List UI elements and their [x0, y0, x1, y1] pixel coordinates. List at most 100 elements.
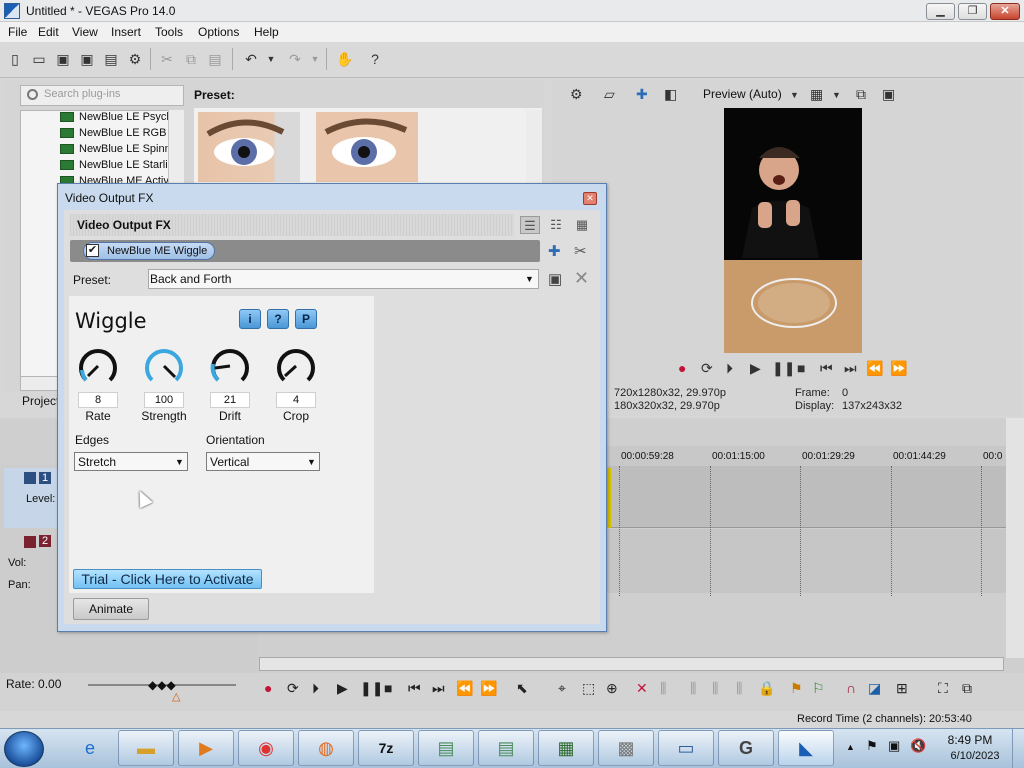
go-to-end-icon[interactable]: ⏭	[432, 680, 445, 697]
trim-end-icon[interactable]: ⫼	[712, 680, 718, 697]
insert-region-icon[interactable]: ⚐	[812, 680, 825, 697]
info-button[interactable]: i	[239, 309, 261, 329]
selection-tool-icon[interactable]: ⬚	[582, 680, 595, 697]
view-compact-icon[interactable]: ☷	[546, 216, 566, 234]
drift-value-field[interactable]: 21	[210, 392, 250, 408]
save-snapshot-icon[interactable]: ▣	[882, 86, 895, 103]
preset-thumbnail[interactable]	[316, 112, 418, 182]
notepad-icon[interactable]: ▤	[478, 730, 534, 766]
presets-button[interactable]: P	[295, 309, 317, 329]
lock-icon[interactable]: 🔒	[758, 680, 775, 697]
menu-tools[interactable]: Tools	[155, 25, 183, 39]
fast-forward-icon[interactable]: ⏩	[890, 360, 907, 377]
chevron-down-icon[interactable]: ▼	[307, 457, 316, 467]
delete-preset-icon[interactable]: ✕	[574, 268, 589, 289]
whats-this-help-icon[interactable]: ?	[366, 50, 384, 68]
chrome-icon[interactable]: ◉	[238, 730, 294, 766]
crop-knob[interactable]	[274, 344, 318, 388]
trim-icon[interactable]: ⫼	[660, 680, 666, 697]
play-from-start-icon[interactable]: ⏵	[312, 680, 319, 697]
drift-knob[interactable]	[208, 344, 252, 388]
paste-icon[interactable]: ▤	[206, 50, 224, 68]
split-icon[interactable]: ⫼	[736, 680, 742, 697]
ignore-grouping-icon[interactable]: ⧉	[962, 680, 972, 697]
record-icon[interactable]: ●	[264, 680, 272, 696]
firewall-icon[interactable]: ▩	[598, 730, 654, 766]
preview-quality-dropdown[interactable]: Preview (Auto)	[703, 87, 782, 101]
video-track-lane[interactable]	[606, 466, 1006, 528]
preview-settings-gear-icon[interactable]: ⚙	[570, 86, 583, 103]
maximize-button[interactable]: ❐	[958, 3, 987, 20]
rewind-icon[interactable]: ⏪	[866, 360, 883, 377]
fx-enable-checkbox[interactable]: ✔	[86, 244, 99, 257]
copy-snapshot-icon[interactable]: ⧉	[856, 86, 866, 103]
cut-icon[interactable]: ✂	[158, 50, 176, 68]
chevron-down-icon[interactable]: ▼	[790, 90, 799, 100]
save-as-icon[interactable]: ▣	[78, 50, 96, 68]
playhead-marker[interactable]	[607, 468, 611, 528]
menu-insert[interactable]: Insert	[111, 25, 141, 39]
volume-muted-icon[interactable]: 🔇	[910, 738, 926, 754]
list-item[interactable]: NewBlue LE RGB S	[60, 127, 168, 139]
audio-track-lane[interactable]	[606, 529, 1006, 593]
tab-project-media[interactable]: Project	[22, 394, 59, 408]
network-icon[interactable]: ▣	[888, 738, 900, 754]
chevron-down-icon[interactable]: ▼	[832, 90, 841, 100]
show-desktop-button[interactable]	[1012, 729, 1024, 768]
timeline-vertical-scrollbar[interactable]	[1006, 418, 1024, 658]
menu-edit[interactable]: Edit	[38, 25, 59, 39]
pause-icon[interactable]: ❚❚	[772, 360, 795, 377]
loop-playback-icon[interactable]: ⟳	[287, 680, 299, 697]
stop-icon[interactable]: ■	[384, 680, 392, 696]
tray-clock-time[interactable]: 8:49 PM	[940, 733, 1000, 747]
remote-desktop-icon[interactable]: ▭	[658, 730, 714, 766]
previous-frame-icon[interactable]: ⏪	[456, 680, 473, 697]
play-icon[interactable]: ▶	[337, 680, 348, 697]
list-item[interactable]: NewBlue LE Starlig	[60, 159, 168, 171]
task-manager-icon[interactable]: ▦	[538, 730, 594, 766]
media-player-icon[interactable]: ▶	[178, 730, 234, 766]
preset-scrollbar[interactable]	[526, 110, 542, 184]
plugin-chain-icon[interactable]: ✚	[548, 242, 561, 260]
enable-snapping-icon[interactable]: ✋	[336, 50, 354, 68]
menu-help[interactable]: Help	[254, 25, 279, 39]
copy-icon[interactable]: ⧉	[182, 50, 200, 68]
auto-ripple-icon[interactable]: ◪	[868, 680, 881, 697]
save-icon[interactable]: ▣	[54, 50, 72, 68]
chevron-down-icon[interactable]: ▼	[175, 457, 184, 467]
redo-dropdown-icon[interactable]: ▼	[306, 50, 324, 68]
preset-thumbnail[interactable]	[198, 112, 300, 182]
render-icon[interactable]: ▤	[102, 50, 120, 68]
stop-icon[interactable]: ■	[797, 360, 805, 376]
undo-icon[interactable]: ↶	[242, 50, 260, 68]
minimize-button[interactable]: ▁	[926, 3, 955, 20]
remove-plugin-icon[interactable]: ✂	[574, 242, 587, 260]
open-folder-icon[interactable]: ▭	[30, 50, 48, 68]
pause-icon[interactable]: ❚❚	[360, 680, 383, 697]
crop-value-field[interactable]: 4	[276, 392, 316, 408]
record-icon[interactable]: ●	[678, 360, 686, 376]
delete-icon[interactable]: ✕	[636, 680, 648, 697]
split-screen-icon[interactable]: ✚	[636, 86, 648, 103]
loop-playback-icon[interactable]: ⟳	[701, 360, 713, 377]
chevron-down-icon[interactable]: ▼	[525, 274, 534, 284]
snapping-magnet-icon[interactable]: ∩	[846, 680, 856, 696]
close-button[interactable]: ✕	[990, 3, 1020, 20]
show-hidden-icons-icon[interactable]: ▲	[846, 742, 855, 752]
previous-frame-icon[interactable]: ⏮	[820, 360, 833, 377]
list-item[interactable]: NewBlue LE Psych	[60, 111, 168, 123]
trim-start-icon[interactable]: ⫼	[690, 680, 696, 697]
menu-view[interactable]: View	[72, 25, 98, 39]
save-preset-icon[interactable]: ▣	[548, 270, 562, 288]
view-list-icon[interactable]: ☰	[520, 216, 540, 234]
view-grid-icon[interactable]: ▦	[572, 216, 592, 234]
redo-icon[interactable]: ↷	[286, 50, 304, 68]
7zip-icon[interactable]: 7z	[358, 730, 414, 766]
animate-button[interactable]: Animate	[73, 598, 149, 620]
strength-knob[interactable]	[142, 344, 186, 388]
firefox-icon[interactable]: ◍	[298, 730, 354, 766]
trial-activate-button[interactable]: Trial - Click Here to Activate	[73, 569, 262, 589]
dialog-close-button[interactable]: ✕	[583, 192, 597, 205]
file-explorer-icon[interactable]: ▬	[118, 730, 174, 766]
timeline-horizontal-scrollbar[interactable]	[259, 657, 1004, 671]
